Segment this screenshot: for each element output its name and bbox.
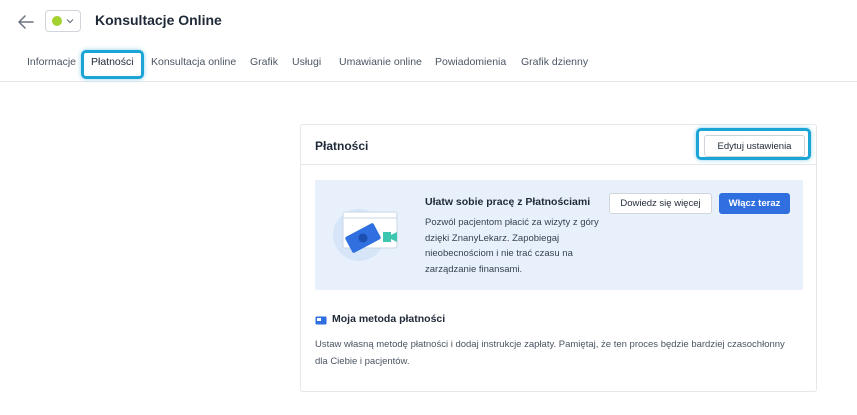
tab-konsultacja-online[interactable]: Konsultacja online [151,56,236,68]
status-dot-icon [52,16,62,26]
tab-grafik[interactable]: Grafik [250,56,278,68]
status-dropdown[interactable] [45,10,81,32]
payment-method-icon [315,313,327,325]
tab-highlight-outline [81,50,144,79]
edit-button-highlight-outline [696,128,811,160]
chevron-down-icon [66,17,74,25]
payment-illustration-icon [329,202,409,268]
promo-description: Pozwól pacjentom płacić za wizyty z góry… [425,217,599,275]
page-header: Konsultacje Online [0,0,857,44]
payment-method-description: Ustaw własną metodę płatności i dodaj in… [315,339,785,367]
enable-now-button[interactable]: Włącz teraz [719,193,790,214]
back-arrow-icon[interactable] [16,12,36,32]
payments-promo-banner: Ułatw sobie pracę z Płatnościami Pozwól … [315,180,803,290]
tab-powiadomienia[interactable]: Powiadomienia [435,56,506,68]
tab-informacje[interactable]: Informacje [27,56,76,68]
payment-method-title: Moja metoda płatności [332,313,446,325]
promo-title: Ułatw sobie pracę z Płatnościami [425,196,591,208]
payments-card: Płatności Edytuj ustawienia Ułatw sobie … [300,124,817,392]
tab-grafik-dzienny[interactable]: Grafik dzienny [521,56,588,68]
card-title: Płatności [315,139,369,153]
tab-umawianie-online[interactable]: Umawianie online [339,56,422,68]
tab-uslugi[interactable]: Usługi [292,56,321,68]
page-title: Konsultacje Online [95,12,222,28]
learn-more-button[interactable]: Dowiedz się więcej [609,193,712,214]
